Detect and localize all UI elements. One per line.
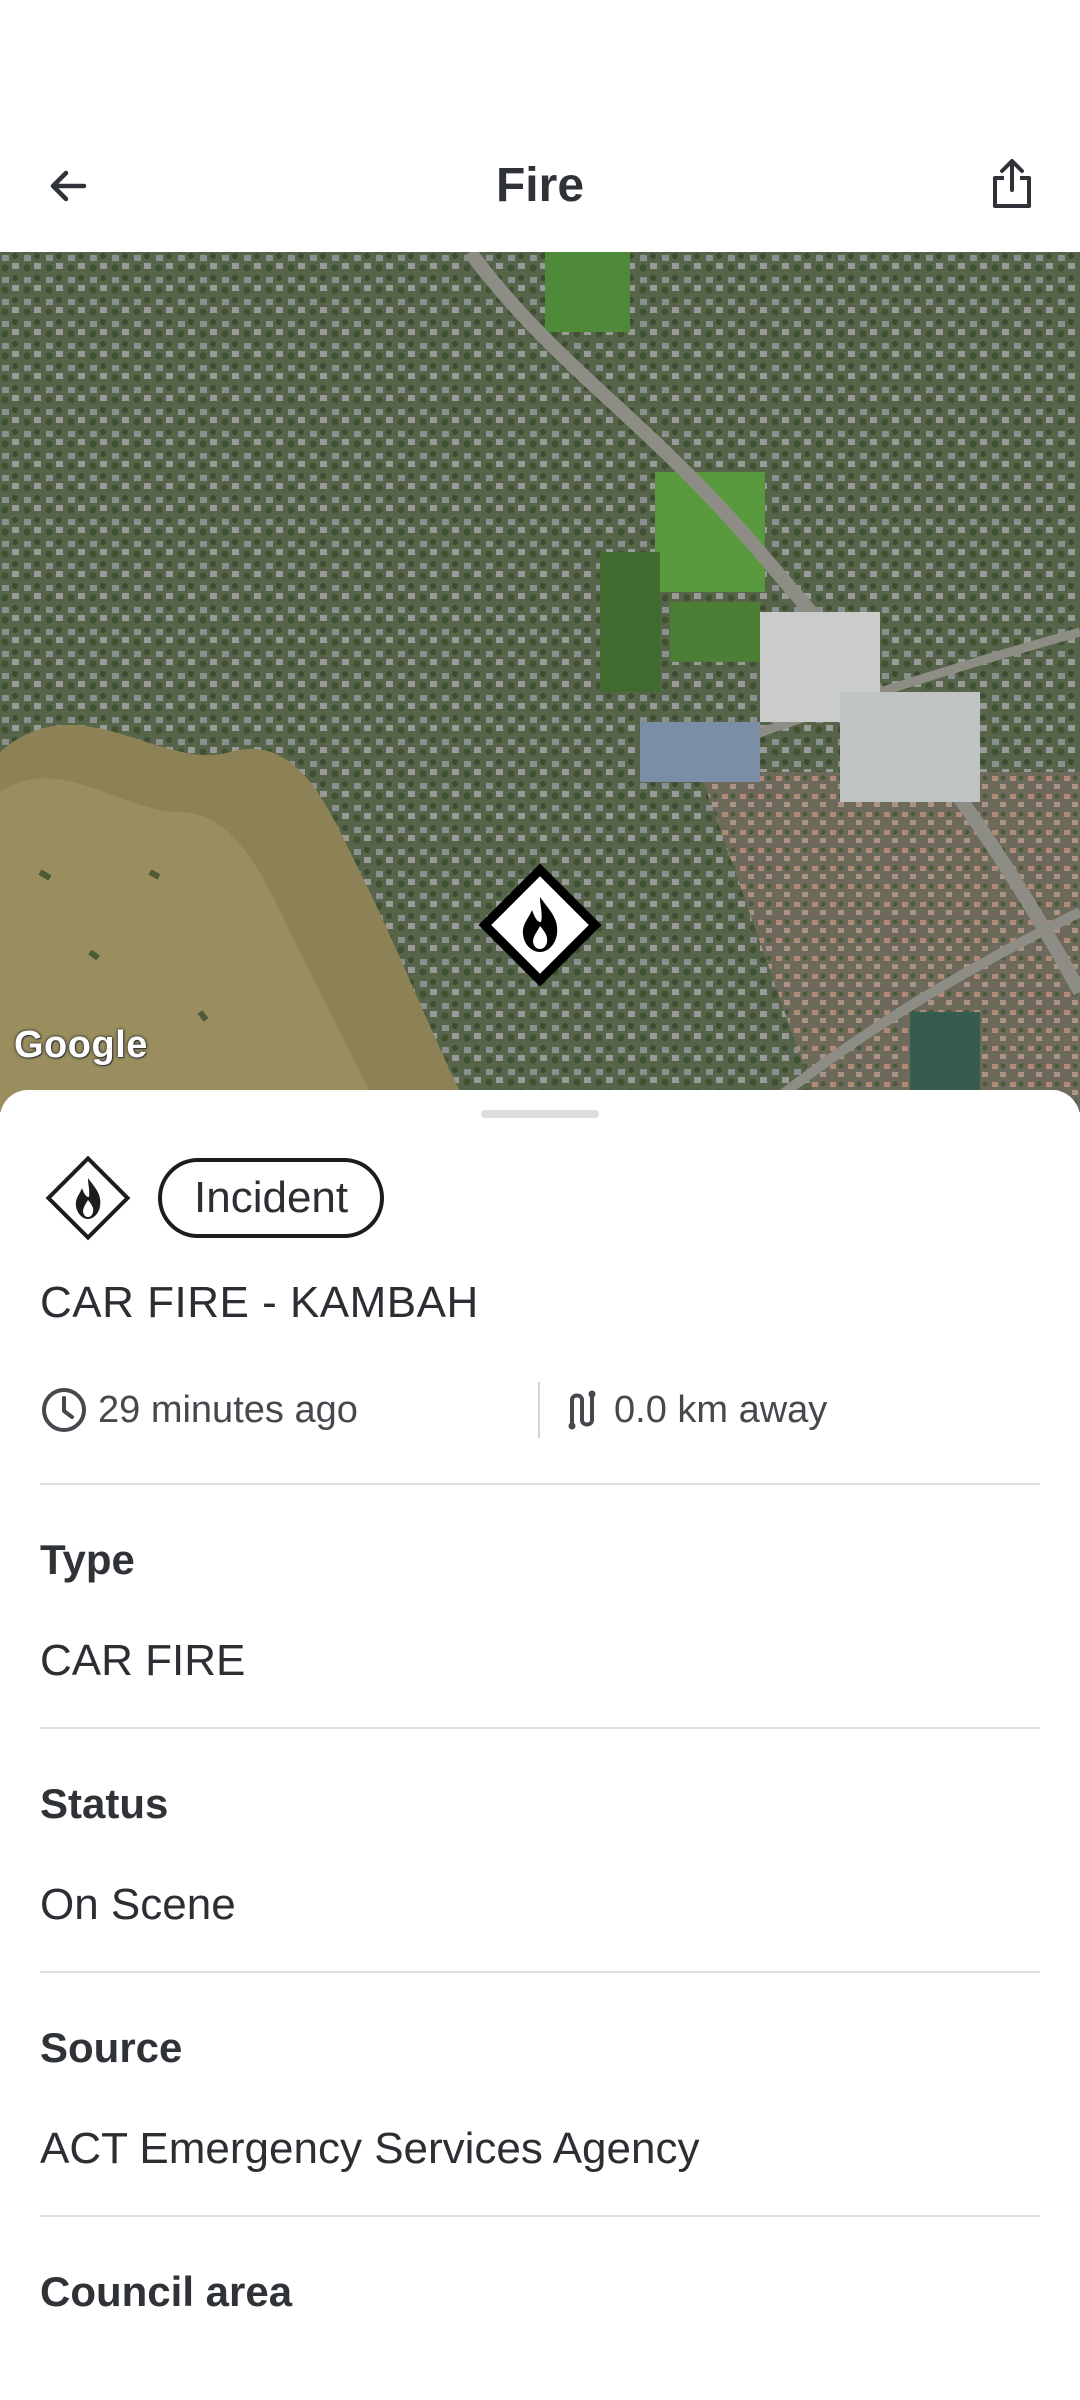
map-attribution: Google: [14, 1024, 148, 1066]
source-label: Source: [40, 2024, 183, 2071]
app-bar: Fire: [0, 110, 1080, 252]
share-icon: [993, 159, 1031, 208]
route-icon: [568, 1390, 596, 1430]
distance-text: 0.0 km away: [614, 1388, 828, 1431]
type-value: CAR FIRE: [40, 1636, 246, 1685]
page-title: Fire: [495, 159, 585, 212]
fire-diamond-icon: [45, 1155, 131, 1241]
details-bottom-sheet[interactable]: Incident CAR FIRE - KAMBAH 29 minutes ag…: [0, 1090, 1080, 2400]
status-label: Status: [40, 1780, 169, 1827]
incident-meta-row: 29 minutes ago 0.0 km away: [40, 1380, 1040, 1440]
incident-title: CAR FIRE - KAMBAH: [40, 1278, 479, 1327]
divider: [40, 2215, 1040, 2217]
time-ago: 29 minutes ago: [40, 1380, 358, 1440]
distance: 0.0 km away: [564, 1380, 827, 1440]
map-view[interactable]: Google: [0, 252, 1080, 1112]
divider: [40, 1971, 1040, 1973]
incident-header: Incident: [40, 1150, 385, 1246]
meta-divider: [538, 1382, 540, 1438]
divider: [40, 1727, 1040, 1729]
council-area-label: Council area: [40, 2268, 293, 2315]
source-value: ACT Emergency Services Agency: [40, 2124, 700, 2173]
incident-chip: Incident: [158, 1158, 385, 1238]
time-ago-text: 29 minutes ago: [98, 1388, 358, 1431]
fire-diamond-marker-icon[interactable]: [477, 862, 603, 988]
share-button[interactable]: [974, 146, 1050, 222]
status-value: On Scene: [40, 1880, 236, 1929]
clock-icon: [42, 1388, 86, 1432]
divider: [40, 1483, 1040, 1485]
sheet-drag-handle[interactable]: [481, 1110, 599, 1118]
type-label: Type: [40, 1536, 135, 1583]
status-bar: [0, 0, 1080, 110]
